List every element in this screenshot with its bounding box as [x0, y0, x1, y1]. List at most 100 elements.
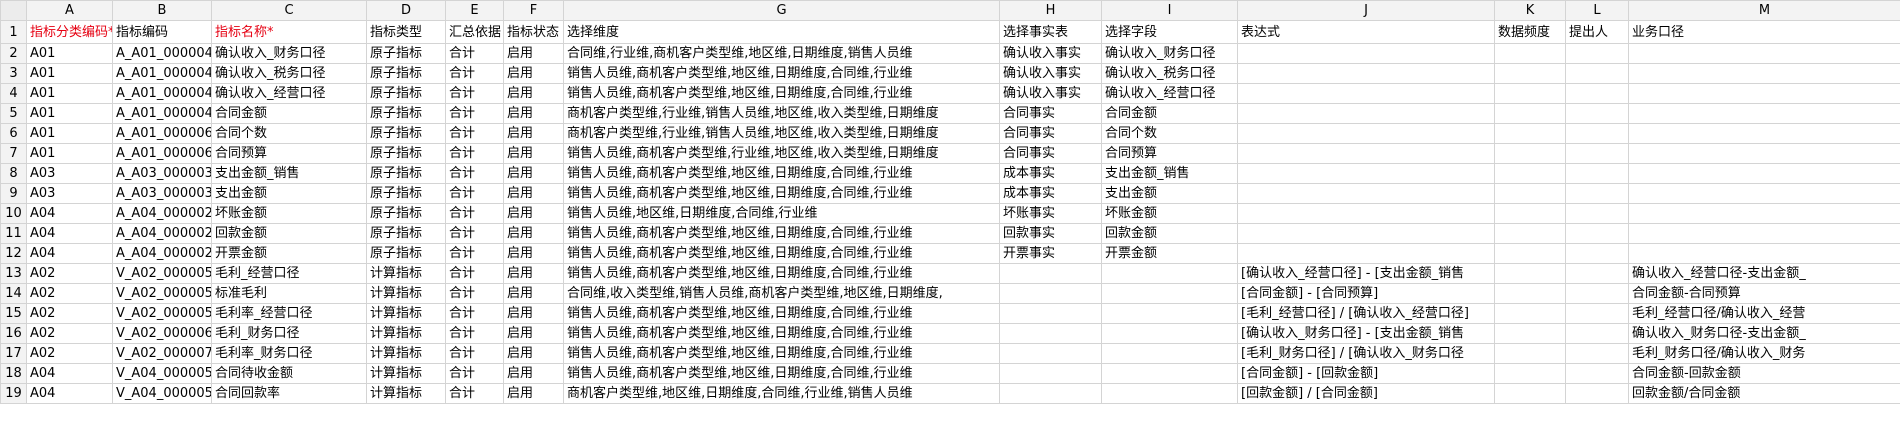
- row-number[interactable]: 10: [0, 203, 27, 224]
- cell-i[interactable]: 支出金额_销售: [1101, 163, 1238, 184]
- cell-e[interactable]: 合计: [445, 123, 504, 144]
- header-cell-f[interactable]: 指标状态: [503, 20, 564, 44]
- cell-f[interactable]: 启用: [503, 203, 564, 224]
- cell-b[interactable]: A_A01_0000046: [112, 103, 212, 124]
- cell-i[interactable]: [1101, 303, 1238, 324]
- header-cell-c[interactable]: 指标名称*: [211, 20, 367, 44]
- cell-h[interactable]: 回款事实: [999, 223, 1102, 244]
- cell-m[interactable]: 毛利_财务口径/确认收入_财务: [1628, 343, 1900, 364]
- cell-g[interactable]: 销售人员维,商机客户类型维,地区维,日期维度,合同维,行业维: [563, 263, 1000, 284]
- cell-a[interactable]: A01: [26, 63, 113, 84]
- row-number[interactable]: 12: [0, 243, 27, 264]
- cell-j[interactable]: [1237, 243, 1495, 264]
- cell-l[interactable]: [1565, 143, 1629, 164]
- column-header-g[interactable]: G: [563, 0, 1000, 21]
- cell-j[interactable]: [毛利_经营口径] / [确认收入_经营口径]: [1237, 303, 1495, 324]
- cell-c[interactable]: 回款金额: [211, 223, 367, 244]
- cell-f[interactable]: 启用: [503, 43, 564, 64]
- cell-d[interactable]: 原子指标: [366, 143, 446, 164]
- header-cell-a[interactable]: 指标分类编码*: [26, 20, 113, 44]
- cell-h[interactable]: [999, 323, 1102, 344]
- cell-m[interactable]: [1628, 83, 1900, 104]
- cell-a[interactable]: A01: [26, 143, 113, 164]
- cell-a[interactable]: A04: [26, 223, 113, 244]
- cell-f[interactable]: 启用: [503, 343, 564, 364]
- cell-k[interactable]: [1494, 203, 1566, 224]
- cell-b[interactable]: V_A04_0000058: [112, 383, 212, 404]
- cell-k[interactable]: [1494, 303, 1566, 324]
- cell-f[interactable]: 启用: [503, 243, 564, 264]
- cell-b[interactable]: A_A04_0000028: [112, 223, 212, 244]
- cell-a[interactable]: A02: [26, 343, 113, 364]
- cell-h[interactable]: 坏账事实: [999, 203, 1102, 224]
- cell-m[interactable]: 回款金额/合同金额: [1628, 383, 1900, 404]
- cell-h[interactable]: 确认收入事实: [999, 83, 1102, 104]
- cell-i[interactable]: 支出金额: [1101, 183, 1238, 204]
- cell-g[interactable]: 商机客户类型维,行业维,销售人员维,地区维,收入类型维,日期维度: [563, 103, 1000, 124]
- cell-g[interactable]: 商机客户类型维,地区维,日期维度,合同维,行业维,销售人员维: [563, 383, 1000, 404]
- cell-e[interactable]: 合计: [445, 383, 504, 404]
- cell-i[interactable]: [1101, 263, 1238, 284]
- cell-f[interactable]: 启用: [503, 123, 564, 144]
- row-number[interactable]: 3: [0, 63, 27, 84]
- cell-a[interactable]: A03: [26, 183, 113, 204]
- cell-b[interactable]: A_A04_0000029: [112, 243, 212, 264]
- cell-h[interactable]: [999, 263, 1102, 284]
- cell-j[interactable]: [1237, 103, 1495, 124]
- cell-b[interactable]: V_A02_0000069: [112, 323, 212, 344]
- cell-d[interactable]: 计算指标: [366, 283, 446, 304]
- select-all-corner[interactable]: [0, 0, 27, 21]
- cell-k[interactable]: [1494, 83, 1566, 104]
- cell-k[interactable]: [1494, 383, 1566, 404]
- cell-f[interactable]: 启用: [503, 183, 564, 204]
- row-number[interactable]: 14: [0, 283, 27, 304]
- column-header-e[interactable]: E: [445, 0, 504, 21]
- cell-l[interactable]: [1565, 203, 1629, 224]
- cell-b[interactable]: A_A01_0000063: [112, 143, 212, 164]
- cell-l[interactable]: [1565, 303, 1629, 324]
- cell-c[interactable]: 合同预算: [211, 143, 367, 164]
- cell-g[interactable]: 销售人员维,商机客户类型维,地区维,日期维度,合同维,行业维: [563, 223, 1000, 244]
- cell-a[interactable]: A04: [26, 203, 113, 224]
- cell-j[interactable]: [1237, 83, 1495, 104]
- cell-k[interactable]: [1494, 63, 1566, 84]
- cell-g[interactable]: 销售人员维,商机客户类型维,地区维,日期维度,合同维,行业维: [563, 343, 1000, 364]
- cell-f[interactable]: 启用: [503, 283, 564, 304]
- cell-a[interactable]: A02: [26, 303, 113, 324]
- cell-j[interactable]: [1237, 163, 1495, 184]
- header-cell-m[interactable]: 业务口径: [1628, 20, 1900, 44]
- cell-g[interactable]: 合同维,行业维,商机客户类型维,地区维,日期维度,销售人员维: [563, 43, 1000, 64]
- cell-a[interactable]: A01: [26, 103, 113, 124]
- cell-a[interactable]: A01: [26, 123, 113, 144]
- row-number[interactable]: 8: [0, 163, 27, 184]
- cell-c[interactable]: 毛利率_经营口径: [211, 303, 367, 324]
- column-header-f[interactable]: F: [503, 0, 564, 21]
- row-number[interactable]: 5: [0, 103, 27, 124]
- cell-e[interactable]: 合计: [445, 223, 504, 244]
- row-number[interactable]: 18: [0, 363, 27, 384]
- cell-e[interactable]: 合计: [445, 63, 504, 84]
- cell-e[interactable]: 合计: [445, 323, 504, 344]
- cell-c[interactable]: 毛利_财务口径: [211, 323, 367, 344]
- cell-k[interactable]: [1494, 103, 1566, 124]
- cell-h[interactable]: 成本事实: [999, 163, 1102, 184]
- header-cell-i[interactable]: 选择字段: [1101, 20, 1238, 44]
- cell-e[interactable]: 合计: [445, 103, 504, 124]
- row-number[interactable]: 4: [0, 83, 27, 104]
- cell-m[interactable]: 合同金额-合同预算: [1628, 283, 1900, 304]
- cell-h[interactable]: 确认收入事实: [999, 63, 1102, 84]
- cell-i[interactable]: 合同预算: [1101, 143, 1238, 164]
- cell-l[interactable]: [1565, 263, 1629, 284]
- cell-k[interactable]: [1494, 263, 1566, 284]
- cell-l[interactable]: [1565, 363, 1629, 384]
- cell-c[interactable]: 合同金额: [211, 103, 367, 124]
- cell-j[interactable]: [合同金额] - [回款金额]: [1237, 363, 1495, 384]
- cell-k[interactable]: [1494, 163, 1566, 184]
- cell-m[interactable]: [1628, 43, 1900, 64]
- cell-l[interactable]: [1565, 123, 1629, 144]
- cell-i[interactable]: [1101, 283, 1238, 304]
- cell-g[interactable]: 销售人员维,商机客户类型维,地区维,日期维度,合同维,行业维: [563, 83, 1000, 104]
- cell-g[interactable]: 合同维,收入类型维,销售人员维,商机客户类型维,地区维,日期维度,: [563, 283, 1000, 304]
- cell-d[interactable]: 计算指标: [366, 303, 446, 324]
- cell-b[interactable]: A_A01_0000062: [112, 123, 212, 144]
